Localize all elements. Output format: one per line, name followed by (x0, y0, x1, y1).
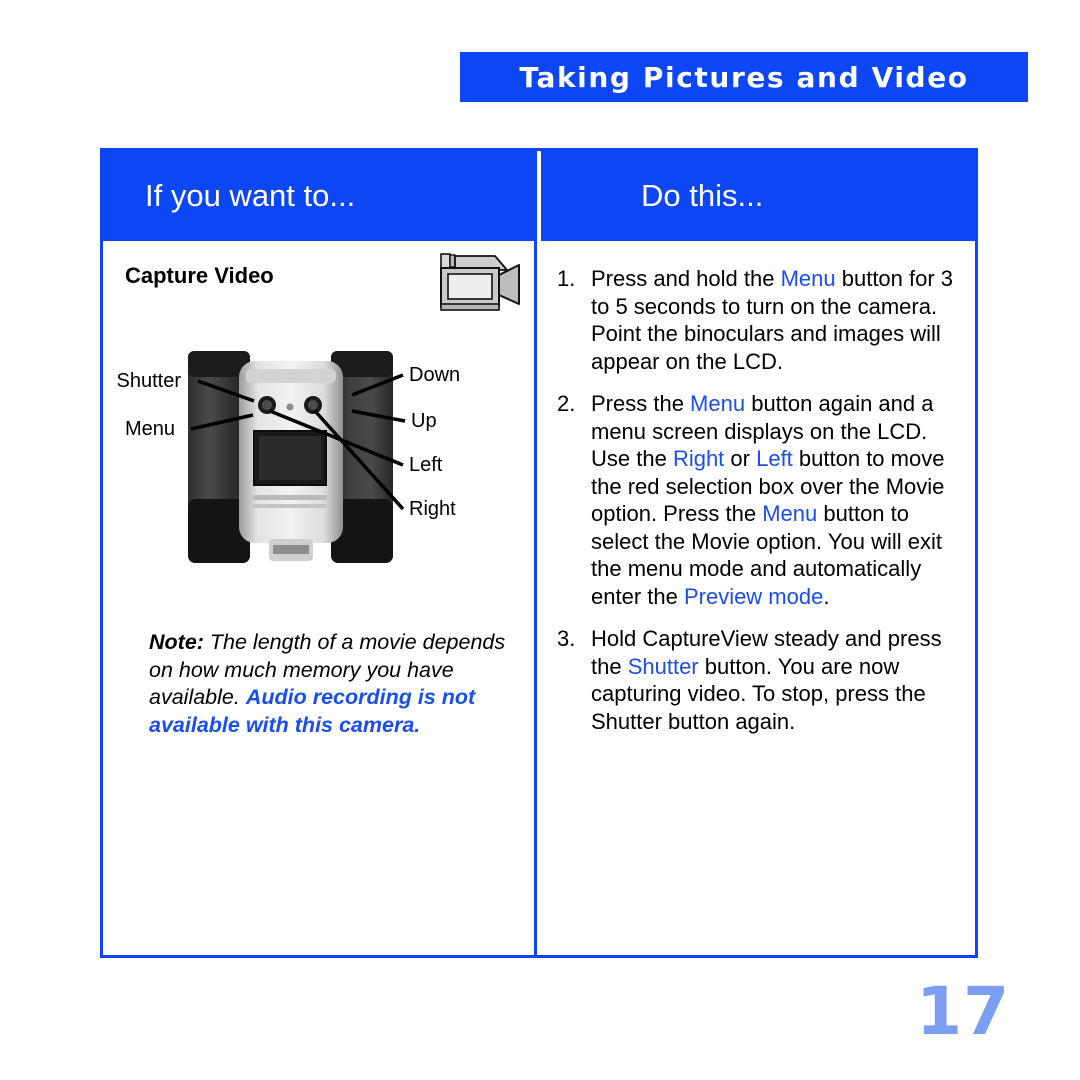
callout-label-menu: Menu (125, 418, 175, 440)
step-text-run: Press and hold the (591, 266, 781, 291)
note-block: Note: The length of a movie depends on h… (149, 629, 519, 739)
capture-video-heading: Capture Video (125, 263, 274, 288)
step-keyword: Menu (690, 391, 746, 416)
table-body-row: Capture Video Shutter Menu Down Up Left … (103, 241, 975, 955)
header-banner: Taking Pictures and Video (460, 52, 1028, 102)
step-text-run: or (724, 446, 757, 471)
step-keyword: Left (756, 446, 793, 471)
step-keyword: Menu (762, 501, 818, 526)
left-cell: Capture Video Shutter Menu Down Up Left … (103, 241, 537, 955)
note-label: Note: (149, 630, 204, 654)
step-text: Hold CaptureView steady and press the Sh… (591, 625, 957, 735)
camcorder-icon (440, 253, 520, 311)
callout-label-down: Down (409, 364, 460, 386)
callout-label-right: Right (409, 498, 456, 520)
page-root: Taking Pictures and Video If you want to… (0, 0, 1080, 1080)
step-number: 3. (557, 626, 576, 651)
callout-label-shutter: Shutter (117, 370, 182, 392)
step-keyword: Menu (780, 266, 836, 291)
column-header-do-this: Do this... (641, 178, 764, 213)
table-header-row: If you want to... Do this... (103, 151, 975, 241)
step-text: Press and hold the Menu button for 3 to … (591, 265, 957, 375)
step-text: Press the Menu button again and a menu s… (591, 390, 957, 610)
step-number: 1. (557, 266, 576, 291)
step-item: 3. Hold CaptureView steady and press the … (557, 625, 957, 735)
steps-list: 1. Press and hold the Menu button for 3 t… (557, 265, 957, 735)
callout-label-left: Left (409, 454, 443, 476)
step-text-run: Press the (591, 391, 691, 416)
page-title: Taking Pictures and Video (519, 60, 969, 94)
step-number: 2. (557, 391, 576, 416)
right-cell: 1. Press and hold the Menu button for 3 t… (537, 241, 975, 955)
binoculars-diagram: Shutter Menu Down Up Left Right (117, 351, 460, 563)
step-item: 1. Press and hold the Menu button for 3 t… (557, 265, 957, 375)
step-item: 2. Press the Menu button again and a menu… (557, 390, 957, 610)
step-text-run: . (823, 583, 830, 609)
page-number: 17 (916, 973, 1010, 1050)
column-header-if-you-want-to: If you want to... (145, 178, 356, 213)
step-keyword: Preview mode (683, 583, 824, 609)
step-keyword: Shutter (627, 653, 699, 679)
instruction-table: If you want to... Do this... Capture Vid… (100, 148, 978, 958)
step-keyword: Right (672, 446, 725, 471)
callout-label-up: Up (411, 410, 437, 432)
